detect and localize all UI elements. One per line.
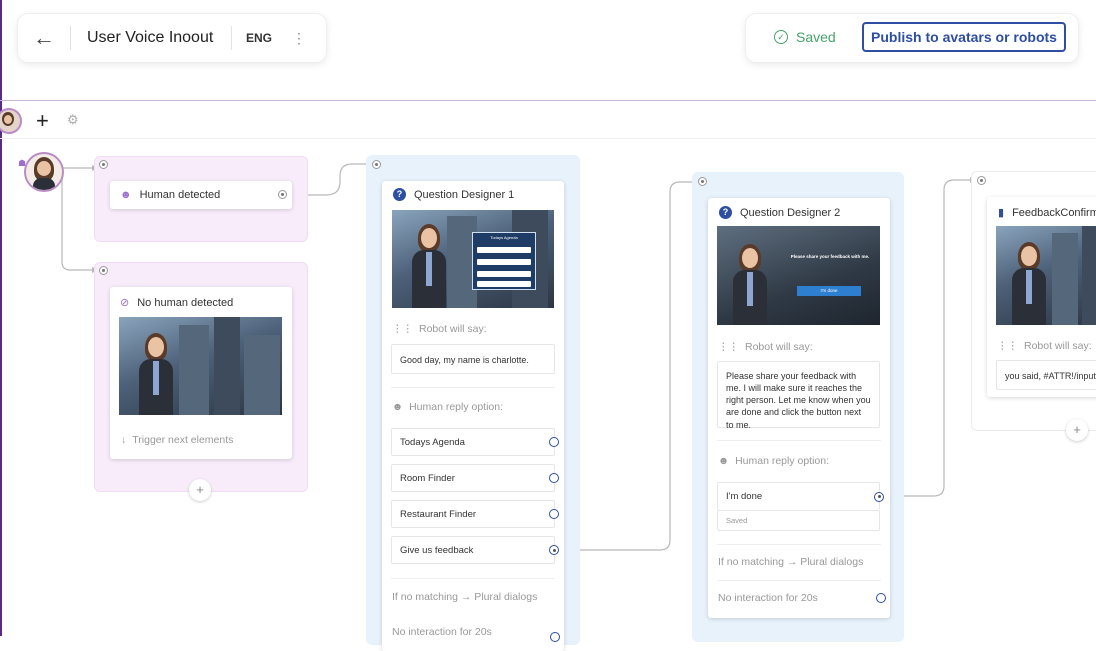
node-question-designer-1[interactable]: ? Question Designer 1 Todays Agenda ⋮⋮ R… bbox=[382, 181, 564, 651]
chat-bubble-icon: ▮ bbox=[998, 207, 1005, 219]
reply-option[interactable]: Todays Agenda bbox=[391, 428, 559, 456]
divider bbox=[717, 440, 881, 441]
start-avatar[interactable] bbox=[24, 152, 64, 192]
connector-line bbox=[61, 168, 92, 271]
robot-label: Robot will say: bbox=[745, 341, 813, 353]
node-title: FeedbackConfirm bbox=[1012, 206, 1096, 219]
screen-preview-image: Todays Agenda bbox=[392, 210, 554, 308]
output-port[interactable] bbox=[549, 509, 559, 519]
trigger-label: Trigger next elements bbox=[132, 434, 234, 446]
waveform-icon: ⋮⋮ bbox=[392, 323, 413, 335]
add-node-button[interactable]: + bbox=[189, 479, 211, 501]
scene-image bbox=[119, 317, 282, 415]
no-match-label[interactable]: If no matching → Plural dialogs bbox=[392, 591, 537, 603]
arrow-down-icon: ↓ bbox=[121, 434, 127, 446]
reply-option-label: Room Finder bbox=[400, 472, 455, 484]
input-port[interactable] bbox=[99, 266, 108, 275]
output-port[interactable] bbox=[549, 437, 559, 447]
screen-menu: Todays Agenda bbox=[472, 232, 536, 290]
no-match-label[interactable]: If no matching → Plural dialogs bbox=[718, 556, 863, 568]
node-title: Question Designer 2 bbox=[740, 206, 841, 219]
reply-option-label: Give us feedback bbox=[400, 544, 474, 556]
input-port[interactable] bbox=[372, 160, 381, 169]
divider bbox=[391, 387, 555, 388]
divider bbox=[391, 578, 555, 579]
robot-label: Robot will say: bbox=[1024, 340, 1092, 352]
output-port[interactable] bbox=[550, 632, 560, 642]
waveform-icon: ⋮⋮ bbox=[718, 341, 739, 353]
person-icon: ☻ bbox=[392, 401, 404, 413]
waveform-icon: ⋮⋮ bbox=[997, 340, 1018, 352]
node-title: No human detected bbox=[137, 296, 234, 309]
reply-option[interactable]: Room Finder bbox=[391, 464, 559, 492]
output-port[interactable] bbox=[278, 190, 287, 199]
output-port[interactable] bbox=[874, 491, 884, 502]
node-human-detected[interactable]: ☻ Human detected bbox=[110, 181, 292, 209]
output-port[interactable] bbox=[549, 545, 559, 555]
output-port[interactable] bbox=[549, 473, 559, 483]
add-node-button[interactable]: + bbox=[1066, 419, 1088, 441]
screen-preview-image bbox=[996, 226, 1096, 325]
home-icon: ☗ bbox=[18, 158, 27, 168]
no-interaction-label[interactable]: No interaction for 20s bbox=[392, 626, 492, 638]
question-circle-icon: ? bbox=[393, 188, 406, 201]
reply-option[interactable]: Restaurant Finder bbox=[391, 500, 559, 528]
screen-preview-image: Please share your feedback with me. I'm … bbox=[717, 226, 880, 325]
reply-option-label: I'm done bbox=[726, 491, 763, 502]
person-icon: ☻ bbox=[718, 455, 730, 467]
node-title: Question Designer 1 bbox=[414, 188, 515, 201]
screen-prompt-text: Please share your feedback with me. bbox=[790, 254, 870, 259]
input-port[interactable] bbox=[698, 177, 707, 186]
person-slash-icon: ⊘ bbox=[120, 297, 130, 309]
node-title: Human detected bbox=[139, 189, 221, 201]
reply-label: Human reply option: bbox=[409, 401, 504, 413]
robot-says-text[interactable]: you said, #ATTR!/input bbox=[996, 360, 1096, 390]
input-port[interactable] bbox=[99, 160, 108, 169]
question-circle-icon: ? bbox=[719, 206, 732, 219]
no-interaction-label[interactable]: No interaction for 20s bbox=[718, 592, 818, 604]
node-feedback-confirm[interactable]: ▮ FeedbackConfirm ⋮⋮ Robot will say: you… bbox=[987, 197, 1096, 397]
output-port[interactable] bbox=[876, 593, 886, 603]
robot-says-text[interactable]: Please share your feedback with me. I wi… bbox=[717, 361, 880, 430]
person-icon: ☻ bbox=[120, 189, 132, 201]
input-port[interactable] bbox=[977, 176, 986, 185]
screen-menu-header: Todays Agenda bbox=[490, 235, 518, 240]
screen-done-button: I'm done bbox=[797, 286, 861, 296]
reply-option-label: Restaurant Finder bbox=[400, 508, 477, 520]
reply-option-label: Todays Agenda bbox=[400, 436, 465, 448]
node-question-designer-2[interactable]: ? Question Designer 2 Please share your … bbox=[708, 198, 890, 618]
reply-label: Human reply option: bbox=[735, 455, 830, 467]
node-no-human-detected[interactable]: ⊘ No human detected ↓ Trigger next eleme… bbox=[110, 287, 292, 459]
divider bbox=[717, 544, 881, 545]
robot-label: Robot will say: bbox=[419, 323, 487, 335]
reply-status: Saved bbox=[717, 510, 880, 531]
reply-option[interactable]: I'm done bbox=[717, 482, 884, 510]
reply-option[interactable]: Give us feedback bbox=[391, 536, 559, 564]
robot-says-text[interactable]: Good day, my name is charlotte. bbox=[391, 344, 555, 374]
divider bbox=[717, 580, 881, 581]
